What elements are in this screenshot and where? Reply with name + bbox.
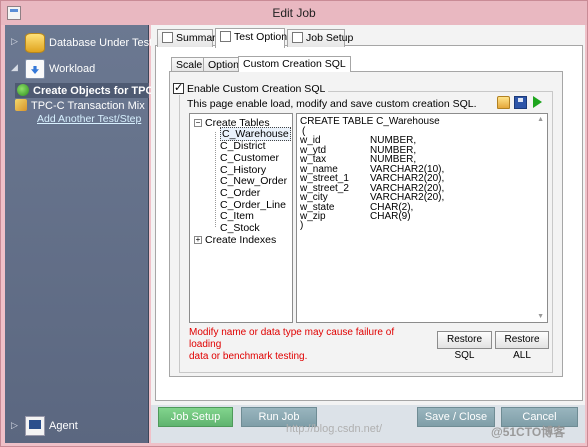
warning-line-2: data or benchmark testing. xyxy=(189,351,308,362)
watermark-brand: @51CTO博客 xyxy=(491,425,566,439)
expand-icon[interactable]: + xyxy=(194,236,202,244)
tree-node-table[interactable]: C_Order xyxy=(220,187,260,199)
scroll-up-icon[interactable]: ▲ xyxy=(537,116,544,123)
nav-create-objects-label: Create Objects for TPC-C xyxy=(33,85,166,97)
job-setup-tab-icon xyxy=(292,32,303,43)
tree-node-table[interactable]: C_District xyxy=(220,140,266,152)
warning-line-1: Modify name or data type may cause failu… xyxy=(189,327,395,350)
nav-database-label: Database Under Test xyxy=(49,37,153,49)
window-title: Edit Job xyxy=(272,6,316,20)
tree-node-label: C_Item xyxy=(220,210,254,222)
create-objects-icon xyxy=(17,84,29,96)
tab-job-setup-label: Job Setup xyxy=(306,32,354,44)
nav-transaction-mix-label: TPC-C Transaction Mix xyxy=(31,100,145,112)
enable-custom-sql-label: Enable Custom Creation SQL xyxy=(187,83,326,95)
enable-custom-sql-checkbox[interactable]: Enable Custom Creation SQL xyxy=(173,81,329,95)
sql-editor[interactable]: CREATE TABLE C_Warehouse ( w_id NUMBER, w_… xyxy=(296,113,548,323)
scroll-down-icon[interactable]: ▼ xyxy=(537,313,544,320)
tree-node-label: C_District xyxy=(220,140,266,152)
workload-icon xyxy=(25,59,45,79)
edit-job-window: Edit Job ▷ Database Under Test ◢ Workloa… xyxy=(0,0,588,447)
transaction-mix-icon xyxy=(15,99,27,111)
left-nav-panel: ▷ Database Under Test ◢ Workload Create … xyxy=(5,25,165,443)
sql-column-line: w_zip CHAR(9) xyxy=(300,211,411,222)
restore-sql-button[interactable]: Restore SQL xyxy=(437,331,492,361)
main-panel: Summary Test Options Job Setup Scale Opt… xyxy=(151,25,585,405)
checkbox-checked[interactable] xyxy=(173,81,184,94)
tree-node-table[interactable]: C_Stock xyxy=(220,222,260,234)
summary-tab-icon xyxy=(162,32,173,43)
nav-agent-label: Agent xyxy=(49,420,78,432)
tree-node-label: C_Customer xyxy=(220,152,279,164)
tab-test-options-label: Test Options xyxy=(234,31,293,43)
subtab-custom-creation-sql[interactable]: Custom Creation SQL xyxy=(238,56,351,72)
tree-node-label: C_Warehouse xyxy=(220,127,291,141)
agent-icon xyxy=(25,416,45,436)
nav-database-under-test[interactable]: ▷ Database Under Test xyxy=(5,31,153,55)
save-icon[interactable] xyxy=(514,96,527,109)
tree-node-table[interactable]: C_Customer xyxy=(220,152,279,164)
tree-node-label: C_Stock xyxy=(220,222,260,234)
nav-create-objects[interactable]: Create Objects for TPC-C xyxy=(15,83,165,98)
warning-message: Modify name or data type may cause failu… xyxy=(189,327,409,363)
expand-arrow-icon[interactable]: ▷ xyxy=(11,420,18,431)
subtab-scale[interactable]: Scale xyxy=(171,57,208,71)
sql-header-line: CREATE TABLE C_Warehouse xyxy=(300,116,440,127)
database-icon xyxy=(25,33,45,53)
tab-summary[interactable]: Summary xyxy=(157,29,221,47)
sql-column-name: w_zip xyxy=(300,211,326,222)
collapse-icon[interactable]: − xyxy=(194,119,202,127)
nav-workload[interactable]: ◢ Workload xyxy=(5,57,149,81)
collapse-arrow-icon[interactable]: ◢ xyxy=(11,62,18,73)
tree-node-create-indexes[interactable]: + Create Indexes xyxy=(194,234,276,246)
tab-test-options[interactable]: Test Options xyxy=(215,28,292,48)
watermark-url: http://blog.csdn.net/ xyxy=(286,423,383,435)
expand-arrow-icon[interactable]: ▷ xyxy=(11,36,18,47)
test-options-tab-icon xyxy=(220,31,231,42)
tree-node-table[interactable]: C_New_Order xyxy=(220,175,287,187)
job-setup-button[interactable]: Job Setup xyxy=(158,407,233,427)
tree-node-label: C_New_Order xyxy=(220,175,288,187)
tree-node-label: Create Indexes xyxy=(205,234,277,246)
nav-tpcc-transaction-mix[interactable]: TPC-C Transaction Mix xyxy=(15,99,145,112)
custom-sql-description: This page enable load, modify and save c… xyxy=(187,98,477,110)
sql-close-paren: ) xyxy=(300,220,304,231)
tree-connector xyxy=(215,132,216,227)
tree-node-table[interactable]: C_Item xyxy=(220,210,254,222)
nav-agent[interactable]: ▷ Agent xyxy=(5,415,149,439)
table-tree[interactable]: − Create Tables C_Warehouse C_District C_… xyxy=(189,113,293,323)
nav-workload-label: Workload xyxy=(49,63,96,75)
save-close-button[interactable]: Save / Close xyxy=(417,407,495,427)
run-icon[interactable] xyxy=(533,96,542,108)
tree-node-table[interactable]: C_Warehouse xyxy=(220,127,291,141)
title-bar: Edit Job xyxy=(1,1,587,25)
tab-job-setup[interactable]: Job Setup xyxy=(287,29,353,47)
restore-all-button[interactable]: Restore ALL xyxy=(495,331,549,361)
open-folder-icon[interactable] xyxy=(497,96,510,109)
add-another-test-link[interactable]: Add Another Test/Step xyxy=(37,113,141,125)
sql-column-type: CHAR(9) xyxy=(370,211,411,222)
tree-node-label: C_Order xyxy=(220,187,261,199)
